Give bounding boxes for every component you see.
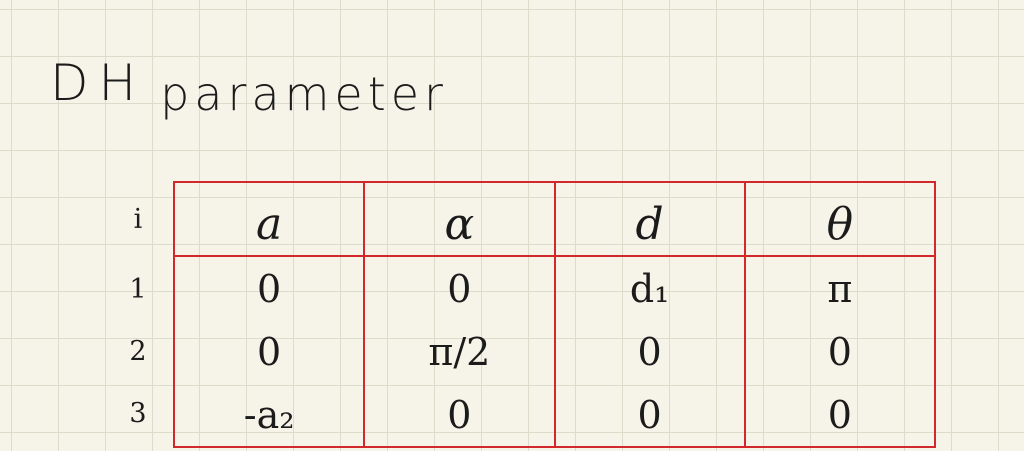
- page-title: DH parameter: [50, 58, 448, 117]
- table-cell: d₁: [553, 256, 746, 320]
- row-index-2: 2: [129, 336, 147, 367]
- title-word-dh: DH: [50, 54, 147, 112]
- column-header-d: d: [553, 181, 746, 257]
- index-column-header: i: [133, 204, 143, 235]
- dh-parameter-table: a α d θ 0 0 d₁ π 0 π/2 0 0 -a₂ 0 0 0: [172, 181, 937, 448]
- table-cell: π: [743, 256, 937, 320]
- table-cell: π/2: [363, 320, 556, 383]
- table-cell: 0: [172, 256, 366, 320]
- title-word-parameter: parameter: [160, 67, 448, 121]
- table-cell: 0: [743, 320, 937, 383]
- column-header-alpha: α: [363, 181, 556, 257]
- column-header-theta: θ: [743, 181, 937, 257]
- table-cell: 0: [553, 383, 746, 448]
- table-cell: 0: [363, 383, 556, 448]
- table-header-row: a α d θ: [172, 181, 937, 257]
- row-index-1: 1: [129, 274, 147, 305]
- row-index-3: 3: [129, 398, 147, 429]
- table-cell: 0: [743, 383, 937, 448]
- table-row: 0 π/2 0 0: [172, 320, 937, 383]
- table-row: -a₂ 0 0 0: [172, 383, 937, 448]
- table-row: 0 0 d₁ π: [172, 256, 937, 320]
- table-cell: -a₂: [172, 383, 366, 448]
- column-header-a: a: [172, 181, 366, 257]
- table-cell: 0: [553, 320, 746, 383]
- table-cell: 0: [363, 256, 556, 320]
- table-cell: 0: [172, 320, 366, 383]
